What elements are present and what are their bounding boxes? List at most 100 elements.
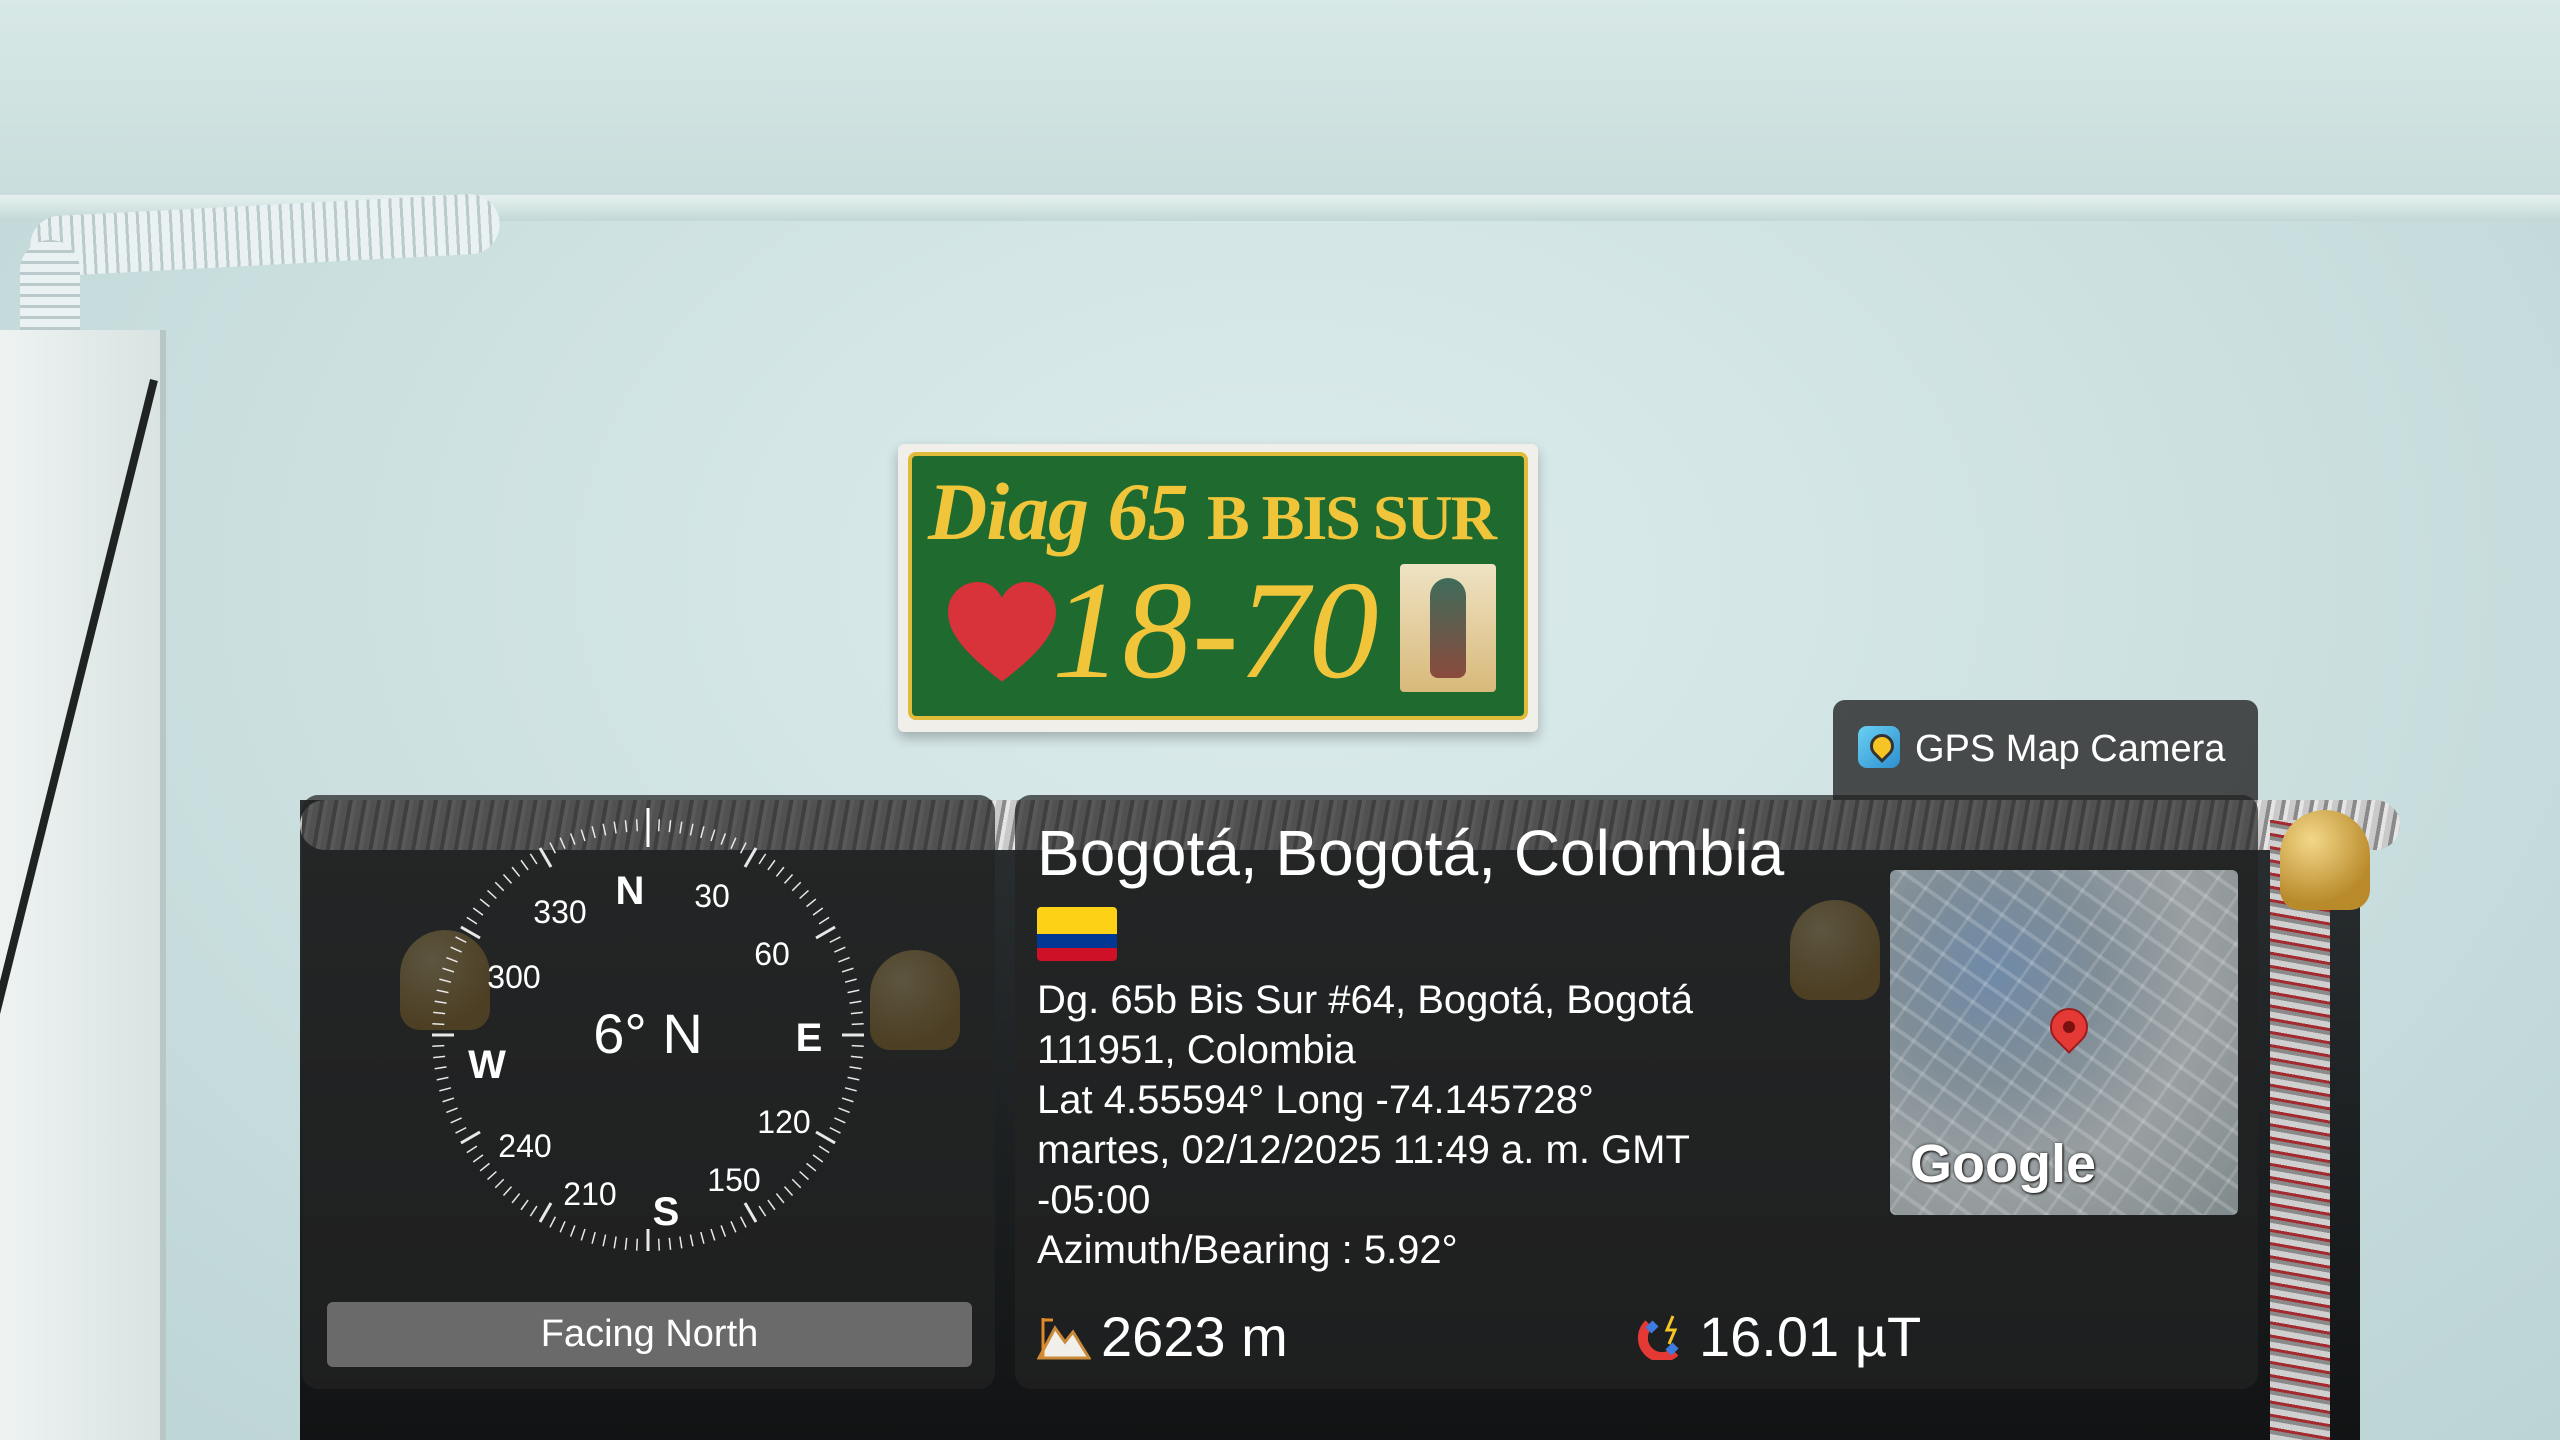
compass-tick (739, 1216, 747, 1228)
compass-tick (529, 853, 538, 865)
compass-tick (700, 826, 705, 839)
compass-tick (446, 1107, 458, 1114)
compass-label-west: W (468, 1043, 506, 1087)
compass-tick (479, 898, 490, 908)
compass-tick (657, 1238, 661, 1251)
map-pin-icon (2042, 1000, 2096, 1054)
compass-tick (849, 1066, 862, 1070)
compass-tick (838, 1107, 850, 1114)
compass-degree-240: 240 (498, 1128, 551, 1164)
compass-tick (850, 1055, 863, 1059)
compass-tick (502, 1186, 513, 1197)
compass-tick (559, 1221, 566, 1233)
virgin-image-icon (1400, 564, 1496, 692)
datetime-line-1: martes, 02/12/2025 11:49 a. m. GMT (1037, 1128, 1690, 1172)
compass-tick (815, 925, 836, 940)
compass-tick (818, 916, 830, 925)
compass-tick (815, 1130, 836, 1145)
compass-tick (743, 1202, 758, 1223)
mountain-icon (1037, 1318, 1091, 1360)
compass-label-east: E (796, 1016, 823, 1060)
compass-tick (834, 946, 846, 953)
compass-tick (850, 1011, 863, 1015)
compass-tick (758, 853, 767, 865)
compass-tick (450, 946, 462, 953)
compass-tick (624, 1237, 628, 1250)
compass-tick (466, 1145, 478, 1154)
compass-tick (783, 873, 794, 884)
compass-tick (511, 1193, 521, 1204)
compass-tick (460, 925, 481, 940)
compass-tick (791, 881, 802, 892)
compass-tick (844, 978, 857, 983)
compass-tick (847, 989, 860, 994)
compass-tick (812, 907, 824, 916)
compass-degree-120: 120 (757, 1104, 810, 1140)
plate-street-suffix: B BIS SUR (1207, 482, 1497, 553)
brand-tab: GPS Map Camera (1833, 700, 2258, 800)
compass-tick (799, 1170, 810, 1181)
compass-tick (806, 1162, 817, 1172)
facing-direction-label: Facing North (327, 1302, 972, 1367)
gps-map-camera-app-icon (1858, 726, 1900, 768)
compass-tick (549, 1216, 557, 1228)
compass-tick (494, 881, 505, 892)
compass-tick (434, 1066, 447, 1070)
address-plate-face: Diag 65 B BIS SUR 18-70 (908, 452, 1528, 720)
compass-tick (602, 1234, 607, 1247)
compass-tick (799, 889, 810, 900)
compass-tick (844, 1087, 857, 1092)
compass-tick (700, 1231, 705, 1244)
compass-tick (834, 1117, 846, 1124)
compass-tick (851, 1044, 864, 1048)
compass-tick (720, 833, 727, 845)
compass-tick (502, 873, 513, 884)
compass-degree-330: 330 (533, 894, 586, 930)
compass-tick (494, 1178, 505, 1189)
compass-tick (538, 847, 553, 868)
address-line-1: Dg. 65b Bis Sur #64, Bogotá, Bogotá (1037, 978, 1693, 1022)
compass-tick (442, 967, 455, 973)
compass-tick (432, 1044, 445, 1048)
compass-tick (433, 1011, 446, 1015)
compass-tick (511, 866, 521, 877)
compass-tick (529, 1205, 538, 1217)
heart-icon (948, 582, 1056, 682)
compass-tick (538, 1202, 553, 1223)
brand-label: GPS Map Camera (1915, 728, 2226, 770)
compass-degree-60: 60 (754, 936, 790, 972)
compass-tick (710, 1228, 716, 1241)
address-line-2: 111951, Colombia (1037, 1028, 1356, 1072)
compass-label-south: S (653, 1190, 680, 1234)
compass-tick (689, 823, 694, 836)
ceiling (0, 0, 2560, 205)
compass-tick (591, 1231, 596, 1244)
compass-tick (520, 1199, 529, 1211)
compass-tick (635, 1238, 639, 1251)
altitude-stat: 2623 m (1037, 1300, 1288, 1368)
compass-tick (657, 819, 661, 832)
plate-street-script: Diag (928, 466, 1089, 557)
location-title: Bogotá, Bogotá, Colombia (1037, 817, 1785, 889)
compass-tick (841, 967, 854, 973)
compass-tick (486, 1170, 497, 1181)
compass-tick (580, 829, 586, 842)
colombia-flag-icon (1037, 907, 1117, 961)
compass-tick (569, 833, 576, 845)
compass-tick (767, 859, 776, 871)
compass-panel: N E S W 30 60 120 150 210 240 300 330 6°… (302, 795, 995, 1389)
compass-tick (442, 1097, 455, 1103)
compass-tick (758, 1205, 767, 1217)
compass-tick (841, 1097, 854, 1103)
map-provider-logo: Google (1910, 1134, 2096, 1194)
christmas-bell (2280, 810, 2370, 910)
compass-tick (433, 1055, 446, 1059)
compass-tick (472, 907, 484, 916)
compass-degree-30: 30 (694, 878, 730, 914)
compass-tick (783, 1186, 794, 1197)
magnet-icon (1637, 1315, 1679, 1361)
compass-tick (743, 847, 758, 868)
compass-tick (818, 1145, 830, 1154)
compass-tick (450, 1117, 462, 1124)
compass-tick (434, 1000, 447, 1004)
